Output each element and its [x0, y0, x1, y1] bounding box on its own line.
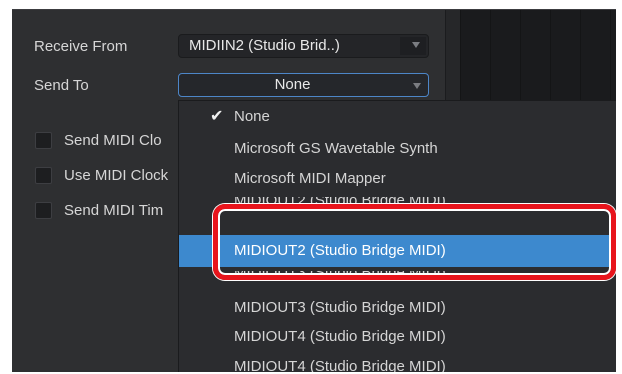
menu-item-midiout4[interactable]: MIDIOUT4 (Studio Bridge MIDI) [179, 321, 616, 353]
menu-item-midiout4-second[interactable]: MIDIOUT4 (Studio Bridge MIDI) [179, 351, 616, 372]
midi-settings-window: Receive From MIDIIN2 (Studio Brid..) Sen… [12, 9, 616, 372]
use-midi-clock-checkbox[interactable] [35, 167, 52, 184]
receive-from-value: MIDIIN2 (Studio Brid..) [189, 37, 340, 54]
menu-item-gs-wavetable-synth[interactable]: Microsoft GS Wavetable Synth [179, 133, 616, 165]
send-to-select[interactable]: None [178, 73, 429, 97]
receive-from-label: Receive From [34, 38, 128, 55]
menu-item-midiout3-partial[interactable]: MIDIOUT3 (Studio Bridge MIDI) [179, 271, 616, 285]
checkmark-icon: ✔ [210, 108, 224, 125]
send-to-label: Send To [34, 77, 89, 94]
send-midi-clock-checkbox[interactable] [35, 132, 52, 149]
chevron-down-icon [412, 42, 420, 48]
send-midi-clock-label: Send MIDI Clo [64, 132, 162, 149]
menu-item-midi-mapper[interactable]: Microsoft MIDI Mapper [179, 163, 616, 195]
send-to-dropdown-menu: ✔ None Microsoft GS Wavetable Synth Micr… [178, 100, 616, 372]
send-midi-timecode-label: Send MIDI Tim [64, 202, 164, 219]
chevron-down-icon [413, 83, 421, 89]
menu-item-midiout2-partial[interactable]: MIDIOUT2 (Studio Bridge MIDI) [179, 197, 616, 217]
menu-item-none[interactable]: ✔ None [179, 101, 616, 133]
send-to-value: None [274, 76, 311, 93]
menu-item-midiout3[interactable]: MIDIOUT3 (Studio Bridge MIDI) [179, 292, 616, 324]
use-midi-clock-label: Use MIDI Clock [64, 167, 169, 184]
track-area-header [460, 10, 616, 100]
menu-item-midiout2[interactable]: MIDIOUT2 (Studio Bridge MIDI) [179, 235, 616, 267]
receive-from-select[interactable]: MIDIIN2 (Studio Brid..) [178, 34, 429, 58]
send-midi-timecode-checkbox[interactable] [35, 202, 52, 219]
receive-from-arrow [400, 37, 426, 55]
